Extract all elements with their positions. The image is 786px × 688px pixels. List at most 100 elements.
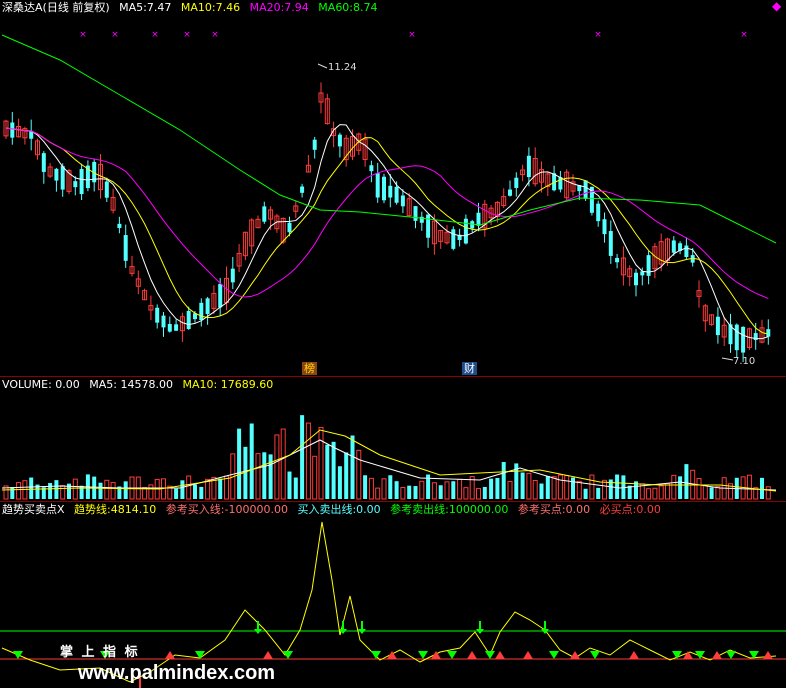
ma5-label: MA5: xyxy=(119,1,147,14)
low-price-marker: 7.10 xyxy=(733,356,756,367)
candle-down xyxy=(41,153,46,172)
candle-down xyxy=(73,181,78,188)
volume-bar-up xyxy=(104,479,110,500)
volume-bar-up xyxy=(658,485,664,500)
volume-bar-up xyxy=(72,478,78,500)
chart-canvas[interactable]: × × × × × × × × xyxy=(0,0,786,688)
volume-bar-down xyxy=(678,476,683,499)
candle-down xyxy=(608,231,613,256)
volume-header: VOLUME: 0.00 MA5: 14578.00 MA10: 17689.6… xyxy=(2,378,279,392)
vol-ma5-value: 14578.00 xyxy=(120,378,174,391)
buy-signal-icon xyxy=(263,651,273,659)
pane-divider xyxy=(0,501,786,502)
volume-bar-down xyxy=(218,478,223,499)
vol-ma10-label: MA10: xyxy=(182,378,218,391)
watermark-title: 掌 上 指 标 xyxy=(60,645,140,660)
ma20-line xyxy=(5,127,769,300)
candle-down xyxy=(218,283,223,308)
candle-down xyxy=(300,186,305,193)
volume-bar-down xyxy=(583,488,588,499)
candle-down xyxy=(394,186,399,203)
buy-sell-line-value: 0.00 xyxy=(356,503,381,516)
close-icon[interactable]: ◆ xyxy=(772,0,784,12)
low-arrow xyxy=(721,357,734,361)
ref-buy-line-label: 参考买入线: xyxy=(165,503,225,516)
buy-signal-icon xyxy=(570,651,580,659)
candle-down xyxy=(646,255,651,276)
volume-bar-up xyxy=(457,478,463,500)
volume-bar-up xyxy=(551,476,557,500)
candle-down xyxy=(60,166,65,190)
volume-bar-down xyxy=(684,464,689,499)
volume-bar-down xyxy=(571,477,575,499)
ma10-line xyxy=(5,127,769,335)
volume-bar-up xyxy=(205,478,211,500)
volume-bar-down xyxy=(482,486,487,499)
finance-badge[interactable]: 财 xyxy=(462,362,477,375)
candle-down xyxy=(526,155,531,178)
volume-bar-up xyxy=(532,480,538,500)
ref-sell-line-label: 参考卖出线: xyxy=(390,503,449,516)
volume-bar-up xyxy=(356,449,362,500)
high-arrow xyxy=(317,63,328,69)
candle-down xyxy=(382,176,386,201)
volume-bar-down xyxy=(520,472,525,499)
ma10-value: 7.46 xyxy=(215,1,241,14)
buy-signal-icon xyxy=(495,651,505,659)
sell-signal-icon xyxy=(13,651,23,659)
volume-bar-up xyxy=(400,486,406,500)
volume-bar-up xyxy=(476,488,481,500)
candle-down xyxy=(684,245,689,258)
volume-bar-up xyxy=(419,480,425,500)
volume-bar-down xyxy=(413,486,418,499)
ma5-value: 7.47 xyxy=(146,1,172,14)
volume-bar-down xyxy=(237,428,242,499)
candle-down xyxy=(734,324,739,351)
volume-bar-down xyxy=(337,466,342,499)
signal-x-marker: × xyxy=(79,30,87,40)
volume-bar-up xyxy=(463,487,469,500)
volume-bar-up xyxy=(186,475,192,500)
buy-signal-icon xyxy=(467,651,477,659)
ma10-label: MA10: xyxy=(180,1,216,14)
volume-bar-down xyxy=(344,452,349,499)
volume-bar-down xyxy=(394,481,399,499)
must-buy-value: 0.00 xyxy=(636,503,661,516)
volume-label: VOLUME: xyxy=(2,378,52,391)
volume-bar-down xyxy=(262,452,267,499)
volume-bar-down xyxy=(54,480,59,499)
candle-down xyxy=(741,326,746,353)
volume-bar-up xyxy=(305,422,311,500)
candle-down xyxy=(715,316,720,336)
buy-sell-line-label: 买入卖出线: xyxy=(297,503,357,516)
candle-down xyxy=(54,168,59,181)
candle-down xyxy=(388,185,393,198)
volume-bar-down xyxy=(596,487,601,499)
candle-down xyxy=(117,223,122,228)
volume-bar-up xyxy=(381,478,387,500)
rank-badge[interactable]: 榜 xyxy=(302,362,317,375)
watermark-url: www.palmindex.com xyxy=(78,662,276,684)
volume-bar-up xyxy=(375,487,381,500)
volume-bar-up xyxy=(274,434,280,500)
volume-bar-down xyxy=(10,487,15,499)
volume-bar-down xyxy=(48,483,53,499)
volume-bar-up xyxy=(557,474,563,500)
indicator-header: 趋势买卖点X 趋势线:4814.10 参考买入线:-100000.00 买入卖出… xyxy=(2,503,667,517)
candle-down xyxy=(508,189,512,196)
volume-bar-up xyxy=(652,487,658,500)
candle-down xyxy=(640,271,645,276)
candle-down xyxy=(451,229,456,249)
volume-bar-down xyxy=(300,415,305,499)
volume-bar-down xyxy=(98,482,103,499)
volume-bar-up xyxy=(255,453,261,500)
candle-down xyxy=(186,310,191,330)
volume-bar-down xyxy=(438,485,443,499)
candle-down xyxy=(155,307,160,323)
volume-bar-down xyxy=(363,475,368,499)
sell-signal-icon xyxy=(447,651,457,659)
volume-bar-down xyxy=(350,435,355,499)
volume-bar-up xyxy=(16,482,22,500)
volume-bar-up xyxy=(671,474,677,500)
vol-ma5-label: MA5: xyxy=(89,378,118,391)
